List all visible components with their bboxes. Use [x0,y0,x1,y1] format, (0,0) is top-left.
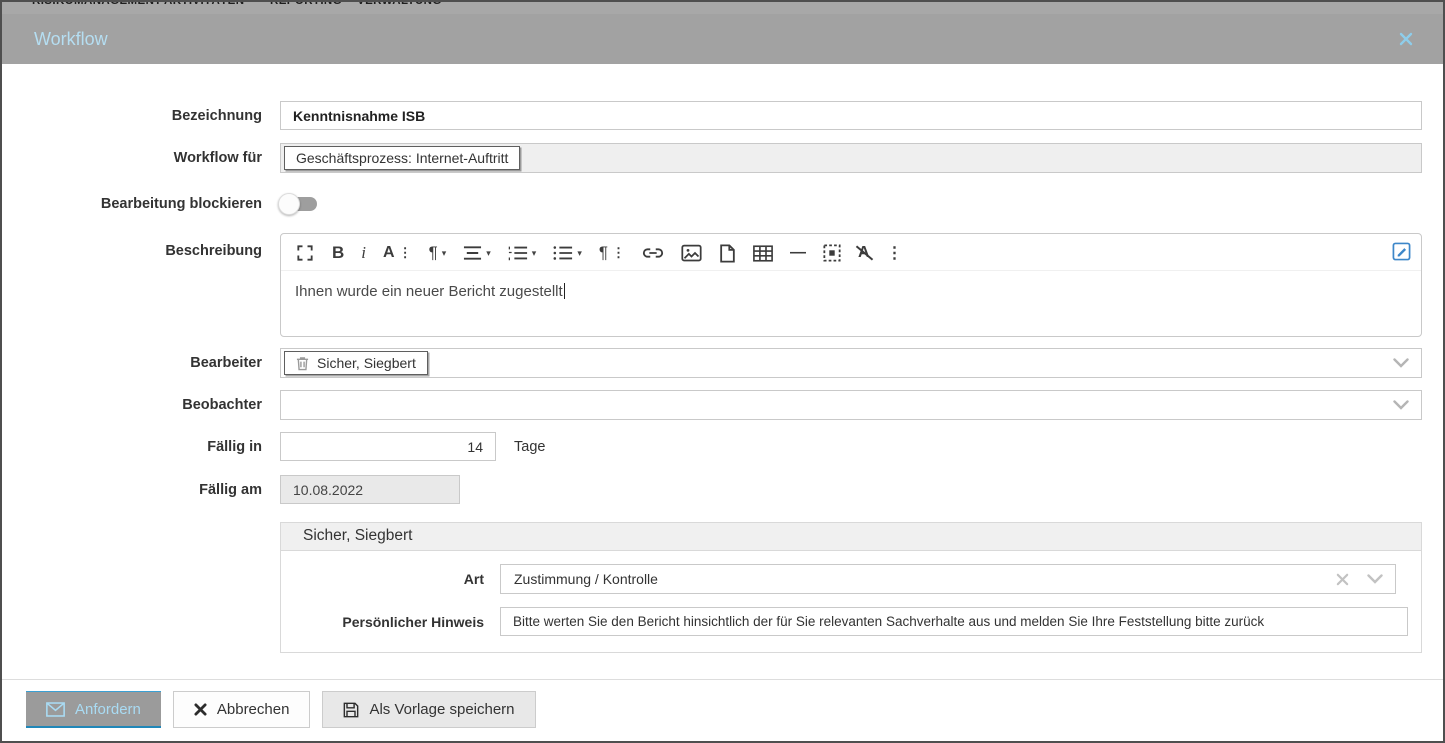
beschreibung-textarea[interactable]: Ihnen wurde ein neuer Bericht zugestellt [281,271,1421,312]
save-floppy-icon [343,702,359,718]
more-options-icon[interactable]: ⋮ [887,243,903,263]
modal-header: Workflow [2,14,1443,64]
app-window: RISIKOMANAGEMENT AKTIVITÄTEN REPORTING V… [0,0,1445,743]
row-art: Art Zustimmung / Kontrolle [281,564,1421,594]
nav-item-reporting: REPORTING [270,2,342,7]
beobachter-select[interactable] [280,390,1422,420]
close-icon[interactable] [1399,32,1413,46]
insert-file-icon[interactable] [719,244,736,263]
fullscreen-icon[interactable] [295,243,315,263]
faellig-in-input[interactable] [280,432,496,461]
chevron-down-icon[interactable] [1367,574,1383,584]
paragraph-style-icon[interactable]: ¶⋮ [599,243,625,263]
hinweis-input[interactable] [500,607,1408,636]
envelope-icon [46,702,65,717]
row-recipient-panel: Sicher, Siegbert Art Zustimmung / Kontro… [2,522,1443,653]
row-bezeichnung: Bezeichnung [2,101,1443,130]
font-settings-icon[interactable]: A⋮ [383,244,412,262]
clear-formatting-icon[interactable]: A [858,244,870,262]
beschreibung-text: Ihnen wurde ein neuer Bericht zugestellt [295,283,563,300]
row-faellig-in: Fällig in Tage [2,432,1443,461]
insert-table-icon[interactable] [753,245,773,262]
bearbeiter-tag[interactable]: Sicher, Siegbert [284,351,428,375]
modal-title: Workflow [34,29,108,50]
faellig-am-label: Fällig am [2,482,262,498]
workflow-fuer-tag[interactable]: Geschäftsprozess: Internet-Auftritt [284,146,520,170]
alignment-icon[interactable]: ▾ [463,245,491,261]
bezeichnung-label: Bezeichnung [2,108,262,124]
faellig-in-label: Fällig in [2,439,262,455]
clear-icon[interactable] [1336,573,1349,586]
insert-link-icon[interactable] [642,244,664,262]
nav-item-aktivitaeten: AKTIVITÄTEN [164,2,244,7]
edit-note-icon[interactable] [1392,242,1411,266]
bezeichnung-input[interactable] [280,101,1422,130]
text-cursor [564,283,565,299]
bearbeiter-select[interactable]: Sicher, Siegbert [280,348,1422,378]
art-select[interactable]: Zustimmung / Kontrolle [500,564,1396,594]
art-label: Art [281,571,484,587]
insert-image-icon[interactable] [681,244,702,262]
beschreibung-label: Beschreibung [2,233,262,259]
row-beschreibung: Beschreibung B i A⋮ ¶▾ [2,233,1443,337]
bearbeitung-blockieren-label: Bearbeitung blockieren [2,196,262,212]
faellig-in-unit: Tage [514,439,545,455]
toggle-knob [278,193,300,215]
art-value: Zustimmung / Kontrolle [504,571,658,587]
footer-actions: Anfordern Abbrechen Als Vorlage speicher… [2,680,1443,728]
workflow-fuer-tag-label: Geschäftsprozess: Internet-Auftritt [296,150,508,166]
hinweis-label: Persönlicher Hinweis [281,614,484,630]
recipient-panel-title: Sicher, Siegbert [281,523,1421,551]
workflow-fuer-field: Geschäftsprozess: Internet-Auftritt [280,143,1422,173]
faellig-am-input [280,475,460,504]
nav-item-risikomanagement: RISIKOMANAGEMENT [32,2,162,7]
recipient-panel: Sicher, Siegbert Art Zustimmung / Kontro… [280,522,1422,653]
cancel-x-icon [194,703,207,716]
bearbeitung-blockieren-toggle[interactable] [280,197,317,211]
trash-icon[interactable] [296,356,309,371]
row-beobachter: Beobachter [2,390,1443,420]
anfordern-button[interactable]: Anfordern [26,691,161,728]
workflow-fuer-label: Workflow für [2,150,262,166]
row-persoenlicher-hinweis: Persönlicher Hinweis [281,607,1421,636]
row-bearbeitung-blockieren: Bearbeitung blockieren [2,192,1443,216]
chevron-down-icon[interactable] [1393,400,1409,410]
abbrechen-button[interactable]: Abbrechen [173,691,311,728]
nav-item-verwaltung: VERWALTUNG [357,2,442,7]
horizontal-line-icon[interactable]: — [790,244,806,262]
bold-icon[interactable]: B [332,243,344,263]
richtext-editor: B i A⋮ ¶▾ ▾ ▾ [280,233,1422,337]
paragraph-format-icon[interactable]: ¶▾ [429,243,447,263]
special-container-icon[interactable] [823,244,841,262]
unordered-list-icon[interactable]: ▾ [553,245,582,261]
bearbeiter-label: Bearbeiter [2,355,262,371]
editor-toolbar: B i A⋮ ¶▾ ▾ ▾ [281,234,1421,271]
row-faellig-am: Fällig am [2,475,1443,504]
row-bearbeiter: Bearbeiter Sicher, Siegbert [2,348,1443,378]
workflow-form: Bezeichnung Workflow für Geschäftsprozes… [2,64,1443,728]
row-workflow-fuer: Workflow für Geschäftsprozess: Internet-… [2,143,1443,173]
italic-icon[interactable]: i [361,243,366,263]
beobachter-label: Beobachter [2,397,262,413]
bearbeiter-tag-label: Sicher, Siegbert [317,355,416,371]
vorlage-speichern-button[interactable]: Als Vorlage speichern [322,691,535,728]
background-navbar: RISIKOMANAGEMENT AKTIVITÄTEN REPORTING V… [2,2,1443,14]
ordered-list-icon[interactable]: ▾ [508,245,537,261]
chevron-down-icon[interactable] [1393,358,1409,368]
